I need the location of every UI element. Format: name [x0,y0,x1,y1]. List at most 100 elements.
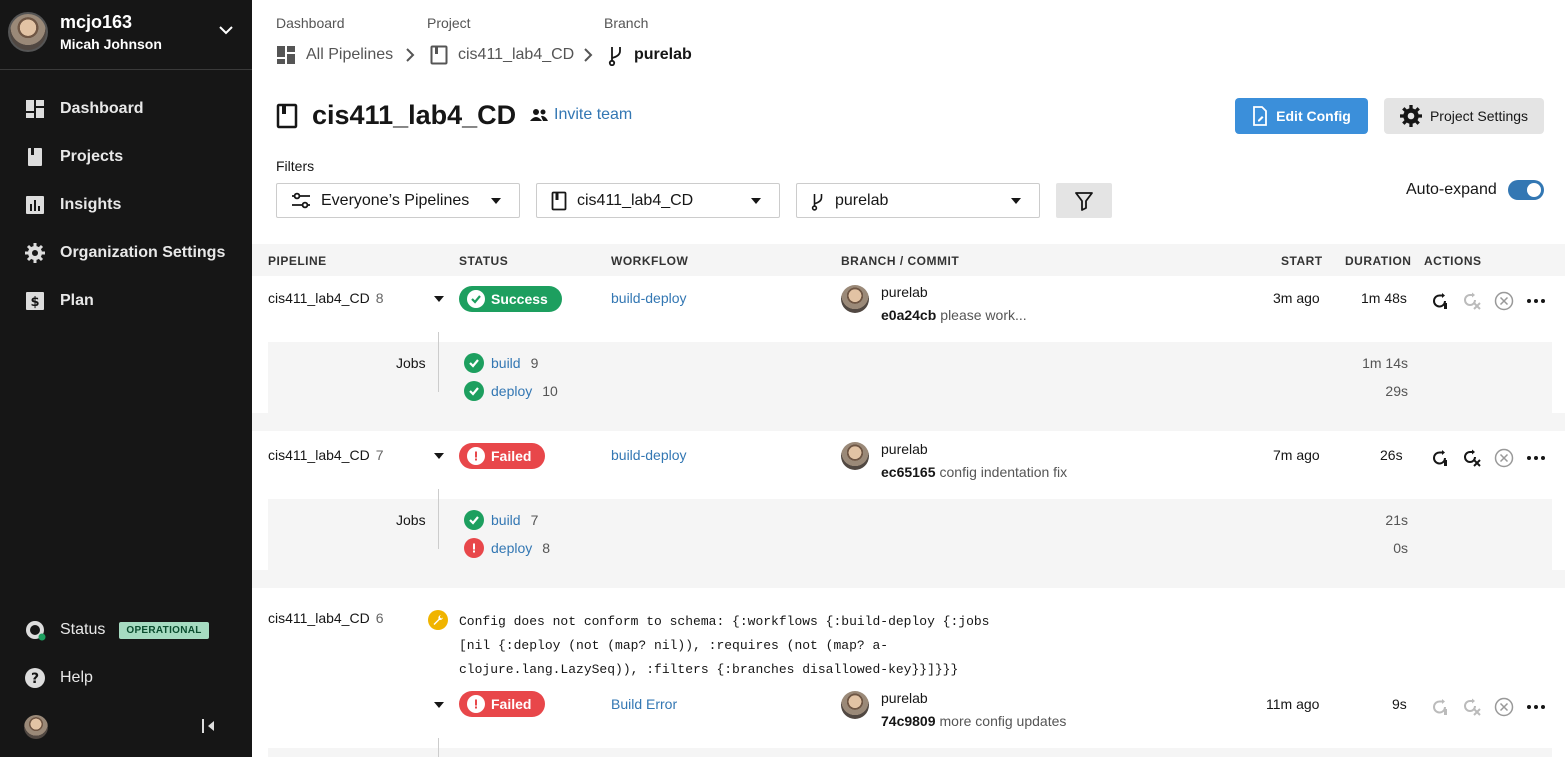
user-full-name: Micah Johnson [60,36,162,52]
commit-author-avatar [841,691,869,719]
header-duration: DURATION [1345,254,1412,268]
caret-down-icon [751,198,761,204]
invite-team-link[interactable]: Invite team [530,106,632,124]
breadcrumb-project[interactable]: cis411_lab4_CD [430,44,574,66]
pipeline-number: 6 [375,610,384,626]
branch-name[interactable]: purelab [881,284,928,300]
filter-button[interactable] [1056,183,1112,218]
commit-info[interactable]: 74c9809 more config updates [881,713,1066,729]
commit-info[interactable]: e0a24cb please work... [881,307,1027,323]
project-settings-button[interactable]: Project Settings [1384,98,1544,134]
dashboard-icon [276,45,296,65]
cancel-icon [1494,697,1514,717]
status-badge-success[interactable]: Success [459,286,562,312]
job-item[interactable]: build 9 [464,353,538,373]
expand-caret-icon[interactable] [434,702,444,708]
gear-icon [1399,105,1422,127]
user-avatar-small[interactable] [24,715,48,739]
header-status: STATUS [459,254,509,268]
sidebar-item-help[interactable]: ? Help [24,666,93,690]
insights-icon [24,194,46,216]
pipeline-project: cis411_lab4_CD [268,290,370,306]
help-label: Help [60,669,93,686]
alert-icon [464,538,484,558]
project-icon [551,191,567,211]
pipeline-name[interactable]: cis411_lab4_CD 8 [268,290,384,306]
job-duration: 1m 14s [1362,355,1408,371]
username: mcjo163 [60,12,133,32]
commit-author-avatar [841,442,869,470]
collapse-sidebar-icon[interactable] [200,716,218,736]
job-item[interactable]: build 7 [464,510,538,530]
user-avatar [8,12,48,52]
sidebar-item-insights[interactable]: Insights [24,193,121,217]
workflow-link[interactable]: Build Error [611,696,677,712]
svg-text:?: ? [31,671,39,687]
dashboard-icon [24,98,46,120]
sidebar-item-status[interactable]: Status OPERATIONAL [24,618,209,642]
status-label: Failed [491,448,532,464]
commit-message: config indentation fix [939,464,1068,480]
rerun-failed-icon [1462,291,1482,311]
rerun-failed-icon[interactable] [1462,448,1482,468]
pipeline-name[interactable]: cis411_lab4_CD 7 [268,447,384,463]
breadcrumb-all-pipelines[interactable]: All Pipelines [276,44,393,66]
branch-filter-select[interactable]: purelab [796,183,1040,218]
rerun-failed-icon [1462,697,1482,717]
edit-config-button[interactable]: Edit Config [1235,98,1368,134]
status-label: Status [60,621,106,638]
more-options-icon[interactable] [1526,697,1546,717]
expand-caret-icon[interactable] [434,453,444,459]
user-menu[interactable]: mcjo163 Micah Johnson [0,0,252,70]
branch-icon [608,44,624,66]
commit-info[interactable]: ec65165 config indentation fix [881,464,1067,480]
commit-message: please work... [940,307,1027,323]
branch-name[interactable]: purelab [881,690,928,706]
jobs-label: Jobs [396,355,426,371]
job-duration: 0s [1393,540,1408,556]
project-filter-select[interactable]: cis411_lab4_CD [536,183,780,218]
chevron-down-icon[interactable] [218,22,234,38]
breadcrumb-dashboard-label: Dashboard [276,15,345,31]
job-number: 7 [530,512,539,528]
jobs-panel: Jobs [268,342,1552,414]
sidebar-item-projects[interactable]: Projects [24,145,123,169]
header-pipeline: PIPELINE [268,254,327,268]
job-item[interactable]: deploy 8 [464,538,550,558]
breadcrumb-project-label: Project [427,15,471,31]
auto-expand-toggle[interactable] [1508,180,1544,200]
sidebar-item-organization-settings[interactable]: Organization Settings [24,241,225,265]
job-item[interactable]: deploy 10 [464,381,558,401]
edit-config-label: Edit Config [1276,108,1351,124]
select-value: Everyone’s Pipelines [321,191,470,209]
pipeline-name[interactable]: cis411_lab4_CD 6 [268,610,384,626]
more-options-icon[interactable] [1526,448,1546,468]
job-number: 9 [530,355,539,371]
start-time: 3m ago [1273,290,1320,306]
project-icon [276,103,298,128]
chevron-right-icon [584,48,593,62]
more-options-icon[interactable] [1526,291,1546,311]
job-name: deploy [491,383,533,399]
expand-caret-icon[interactable] [434,296,444,302]
status-label: Failed [491,696,532,712]
sidebar-item-plan[interactable]: $ Plan [24,289,94,313]
select-value: cis411_lab4_CD [577,191,694,209]
row-divider [252,413,1565,431]
status-badge-failed[interactable]: Failed [459,443,546,469]
pipelines-filter-select[interactable]: Everyone’s Pipelines [276,183,520,218]
jobs-tree-line [438,489,439,549]
job-name: build [491,512,521,528]
pipeline-number: 7 [375,447,384,463]
rerun-icon[interactable] [1430,448,1450,468]
job-number: 8 [542,540,551,556]
breadcrumb-branch[interactable]: purelab [608,44,692,66]
workflow-link[interactable]: build-deploy [611,290,687,306]
branch-name[interactable]: purelab [881,441,928,457]
status-badge-failed[interactable]: Failed [459,691,546,717]
job-number: 10 [542,383,558,399]
caret-down-icon [491,198,501,204]
sidebar-item-dashboard[interactable]: Dashboard [24,97,144,121]
workflow-link[interactable]: build-deploy [611,447,687,463]
rerun-icon[interactable] [1430,291,1450,311]
